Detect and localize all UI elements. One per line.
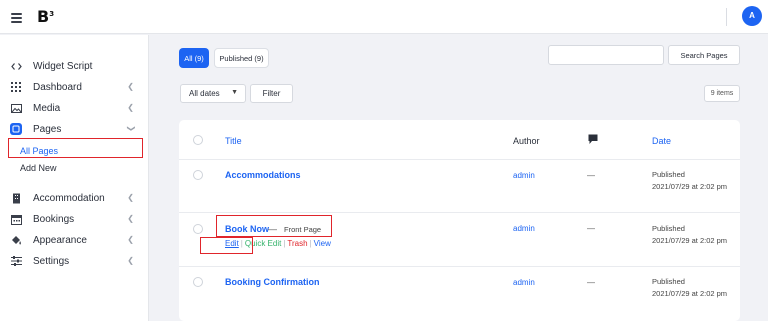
filter-button[interactable]: Filter [250, 84, 293, 103]
sidebar-item-label: Bookings [33, 213, 75, 225]
chevron-down-icon: ❮ [126, 125, 136, 132]
chevron-left-icon: ❮ [127, 193, 134, 202]
calendar-icon [10, 213, 22, 225]
comments-count: — [587, 171, 595, 180]
column-header-title[interactable]: Title [225, 136, 242, 146]
comments-count: — [587, 224, 595, 233]
image-icon [10, 102, 22, 114]
sidebar-item-bookings[interactable]: Bookings ❮ [10, 211, 138, 227]
row-divider [179, 159, 740, 160]
date-cell: Published 2021/07/29 at 2:02 pm [652, 223, 736, 247]
date-cell: Published 2021/07/29 at 2:02 pm [652, 169, 736, 193]
sliders-icon [10, 255, 22, 267]
action-separator: | [309, 239, 312, 248]
row-checkbox[interactable] [193, 224, 203, 234]
search-pages-button[interactable]: Search Pages [668, 45, 740, 65]
date-value: 2021/07/29 at 2:02 pm [652, 236, 728, 245]
building-icon [10, 192, 22, 204]
highlight-book-now [216, 215, 332, 237]
sidebar-item-accommodation[interactable]: Accommodation ❮ [10, 190, 138, 206]
search-input[interactable] [548, 45, 664, 65]
chevron-left-icon: ❮ [127, 103, 134, 112]
comment-icon [588, 134, 598, 145]
sidebar-item-appearance[interactable]: Appearance ❮ [10, 232, 138, 248]
filter-published-button[interactable]: Published (9) [214, 48, 269, 68]
chevron-left-icon: ❮ [127, 214, 134, 223]
row-divider [179, 212, 740, 213]
chevron-left-icon: ❮ [127, 82, 134, 91]
submenu-add-new[interactable]: Add New [20, 163, 57, 173]
view-link[interactable]: View [314, 239, 331, 248]
date-value: 2021/07/29 at 2:02 pm [652, 289, 728, 298]
action-separator: | [283, 239, 286, 248]
column-header-author: Author [513, 136, 540, 146]
date-value: 2021/07/29 at 2:02 pm [652, 182, 728, 191]
date-cell: Published 2021/07/29 at 2:02 pm [652, 276, 736, 300]
sidebar-item-media[interactable]: Media ❮ [10, 100, 138, 116]
date-status: Published [652, 277, 685, 286]
sidebar-item-pages[interactable]: Pages ❮ [10, 121, 138, 137]
chevron-left-icon: ❮ [127, 256, 134, 265]
author-link[interactable]: admin [513, 278, 535, 287]
pages-icon [10, 123, 22, 135]
page-title-link[interactable]: Booking Confirmation [225, 277, 320, 287]
row-checkbox[interactable] [193, 277, 203, 287]
sidebar-item-settings[interactable]: Settings ❮ [10, 253, 138, 269]
date-status: Published [652, 170, 685, 179]
app-logo[interactable]: B3 [37, 7, 54, 26]
author-link[interactable]: admin [513, 171, 535, 180]
paint-bucket-icon [10, 234, 22, 246]
highlight-all-pages [8, 138, 143, 158]
row-divider [179, 266, 740, 267]
chevron-left-icon: ❮ [127, 235, 134, 244]
sidebar-item-label: Appearance [33, 234, 87, 246]
date-filter-value: All dates [189, 89, 220, 98]
column-header-date[interactable]: Date [652, 136, 671, 146]
sidebar-item-label: Settings [33, 255, 70, 267]
date-filter-select[interactable]: All dates ▼ [180, 84, 246, 103]
page-title-link[interactable]: Accommodations [225, 170, 301, 180]
grid-icon [10, 81, 22, 93]
chevron-down-icon: ▼ [231, 89, 238, 96]
sidebar-item-label: Widget Script [33, 60, 93, 72]
code-icon [10, 60, 22, 72]
author-link[interactable]: admin [513, 224, 535, 233]
trash-link[interactable]: Trash [287, 239, 307, 248]
sidebar-item-dashboard[interactable]: Dashboard ❮ [10, 79, 138, 95]
sidebar-item-label: Pages [33, 123, 62, 135]
sidebar-item-label: Accommodation [33, 192, 105, 204]
topbar-divider [726, 8, 727, 26]
items-count: 9 items [704, 85, 740, 102]
select-all-checkbox[interactable] [193, 135, 203, 145]
date-status: Published [652, 224, 685, 233]
user-avatar[interactable]: A [742, 6, 762, 26]
row-checkbox[interactable] [193, 170, 203, 180]
hamburger-menu-icon[interactable] [10, 10, 24, 24]
sidebar-item-widget-script[interactable]: Widget Script [10, 58, 138, 74]
sidebar-item-label: Media [33, 102, 61, 114]
sidebar [0, 35, 149, 321]
comments-count: — [587, 278, 595, 287]
sidebar-item-label: Dashboard [33, 81, 82, 93]
filter-all-button[interactable]: All (9) [179, 48, 209, 68]
highlight-edit [200, 237, 253, 254]
top-bar: B3 A [0, 0, 768, 34]
